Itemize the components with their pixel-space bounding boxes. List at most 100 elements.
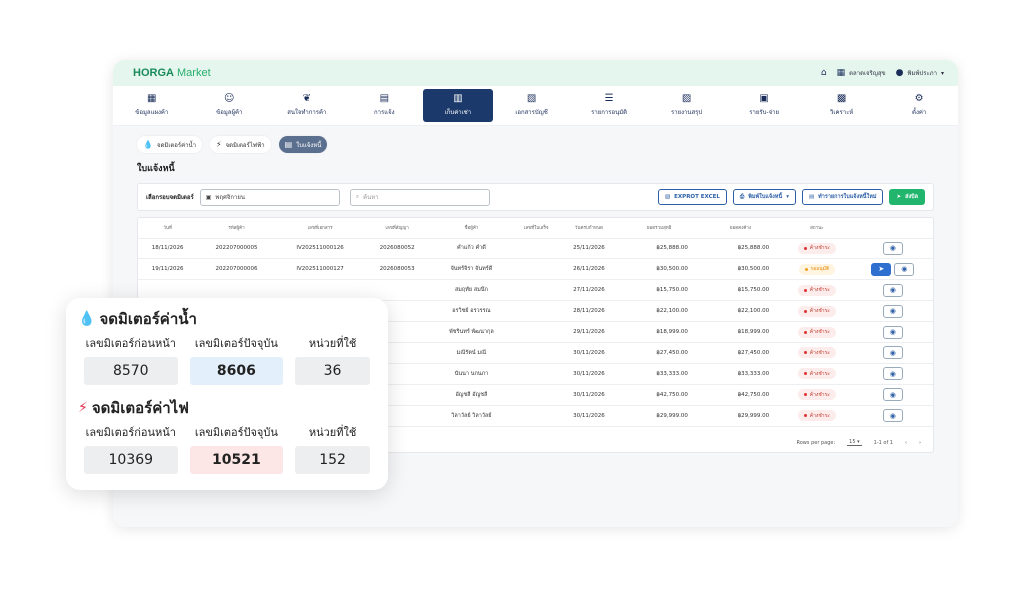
water-prev-value: 8570 [84, 357, 178, 385]
cell-balance: ฿22,100.00 [699, 300, 782, 323]
table-row[interactable]: 18/11/2026 202207000005 IV202511000126 2026… [138, 238, 933, 260]
cell-balance: ฿15,750.00 [699, 279, 782, 302]
menu-item-4[interactable]: ▥ เก็บค่าเช่า [423, 89, 493, 122]
menu-item-label: รายรับ-จ่าย [749, 109, 779, 116]
cell-balance: ฿33,333.00 [699, 363, 782, 385]
market-selector[interactable]: ▦ ตลาดเจริญสุข [837, 68, 886, 78]
month-select[interactable]: ▣ พฤศจิกายน [199, 188, 340, 206]
menu-item-label: การแจ้ง [374, 109, 395, 116]
cell-due: 30/11/2026 [559, 363, 619, 385]
document-icon: ▧ [526, 93, 537, 104]
export-excel-button[interactable]: ▧ EXPROT EXCEL [657, 189, 727, 205]
eye-icon[interactable]: ◉ [894, 262, 915, 276]
rows-per-page-select[interactable]: 15 ▾ [847, 439, 862, 446]
menu-item-label: สนใจทำการค้า [287, 109, 327, 116]
menu-item-label: ข้อมูลผู้ค้า [216, 109, 243, 116]
tab-invoice[interactable]: ▤ ใบแจ้งหนี้ [278, 136, 328, 153]
clipboard-icon: ▤ [379, 93, 390, 104]
search-icon: ⌕ [355, 193, 360, 200]
menu-item-10[interactable]: ⚙ ตั้งค่า [880, 86, 958, 125]
print-invoice-button[interactable]: ⎙ พิมพ์ใบแจ้งหนี้ ▾ [732, 189, 796, 205]
menu-item-2[interactable]: ❦ สนใจทำการค้า [268, 86, 346, 125]
status-badge: รออนุมัติ [798, 263, 836, 275]
brand-logo[interactable]: HORGA Market [133, 67, 211, 79]
chevron-down-icon: ▾ [940, 69, 944, 77]
status-badge: ค้างชำระ [797, 284, 836, 296]
cell-balance: ฿30,500.00 [699, 258, 782, 281]
bolt-icon: ⚡ [78, 400, 88, 416]
cell-receipt [513, 258, 560, 281]
menu-item-0[interactable]: ▦ ข้อมูลแผงค้า [113, 86, 191, 125]
cell-receipt [513, 300, 560, 323]
cell-receipt [513, 279, 560, 302]
status-badge: ค้างชำระ [797, 305, 836, 317]
cell-due: 28/11/2026 [559, 300, 619, 323]
column-header: ยอดคงค้าง [699, 218, 782, 239]
water-drop-icon: 💧 [143, 140, 153, 149]
electric-used-value: 152 [295, 446, 370, 474]
water-meter-title: 💧 จดมิเตอร์ค่าน้ำ [78, 310, 197, 328]
column-header: ยอดรวมสุทธิ [618, 218, 700, 239]
menu-item-label: วิเคราะห์ [830, 109, 854, 116]
user-menu[interactable]: ● พิมพ์ประภา ▾ [896, 68, 944, 78]
eye-icon[interactable]: ◉ [882, 367, 903, 381]
document-icon: ▤ [808, 194, 815, 200]
eye-icon[interactable]: ◉ [882, 388, 903, 402]
column-header: เลขที่สัญญา [364, 218, 430, 239]
create-invoice-button[interactable]: ▤ ทำรายการใบแจ้งหนี้ใหม่ [801, 189, 884, 205]
users-icon: ☺ [224, 93, 235, 104]
menu-item-3[interactable]: ▤ การแจ้ง [346, 86, 424, 125]
approve-icon: ☰ [604, 93, 614, 104]
invoice-icon: ▤ [284, 140, 293, 149]
cell-doc: IV202511000127 [275, 258, 365, 281]
menu-item-1[interactable]: ☺ ข้อมูลผู้ค้า [191, 86, 269, 125]
tab-water-meter[interactable]: 💧 จดมิเตอร์ค่าน้ำ [137, 136, 202, 153]
table-row[interactable]: 19/11/2026 202207000006 IV202511000127 2026… [138, 258, 933, 281]
cell-balance: ฿18,999.00 [699, 321, 782, 343]
wallet-icon: ▣ [759, 93, 769, 104]
menu-item-label: รายการอนุมัติ [591, 109, 628, 116]
status-badge: ค้างชำระ [797, 368, 836, 380]
eye-icon[interactable]: ◉ [882, 409, 903, 423]
eye-icon[interactable]: ◉ [882, 346, 903, 360]
home-icon[interactable]: ⌂ [821, 68, 827, 78]
tab-electric-meter[interactable]: ⚡ จดมิเตอร์ไฟฟ้า [209, 136, 271, 153]
cell-name: คำแก้ว คำดี [429, 238, 514, 260]
menu-item-7[interactable]: ▨ รายงานสรุป [648, 86, 726, 125]
main-menu: ▦ ข้อมูลแผงค้า ☺ ข้อมูลผู้ค้า ❦ สนใจทำการค้า ▤… [113, 86, 958, 126]
menu-item-label: ตั้งค่า [912, 109, 927, 116]
bolt-icon: ⚡ [215, 140, 222, 149]
chevron-down-icon: ▾ [786, 194, 789, 200]
cell-due: 26/11/2026 [559, 258, 619, 281]
menu-item-9[interactable]: ▩ วิเคราะห์ [803, 86, 881, 125]
eye-icon[interactable]: ◉ [882, 325, 903, 339]
send-icon[interactable]: ➤ [871, 262, 892, 276]
cell-name: พัชรินทร์ พัฒนากุล [429, 321, 514, 343]
search-input[interactable]: ⌕ ค้นหา [349, 188, 490, 206]
menu-item-8[interactable]: ▣ รายรับ-จ่าย [725, 86, 803, 125]
column-header: เลขที่เอกสาร [275, 218, 365, 239]
column-header: วันที่ [138, 218, 198, 239]
electric-prev-value: 10369 [84, 446, 178, 474]
menu-item-5[interactable]: ▧ เอกสารบัญชี [493, 86, 571, 125]
send-bill-button[interactable]: ➤ ส่งบิล [889, 189, 925, 205]
user-icon: ● [895, 68, 904, 78]
meter-summary-card: 💧 จดมิเตอร์ค่าน้ำ เลขมิเตอร์ก่อนหน้า เลขม… [66, 298, 388, 490]
menu-item-6[interactable]: ☰ รายการอนุมัติ [570, 86, 648, 125]
next-page-icon[interactable]: › [919, 440, 921, 446]
status-badge: ค้างชำระ [797, 326, 836, 338]
stage: HORGA Market ⌂ ▦ ตลาดเจริญสุข ● พิมพ์ประภา… [0, 0, 1024, 589]
eye-icon[interactable]: ◉ [882, 304, 903, 318]
water-drop-icon: 💧 [78, 311, 96, 327]
cell-due: 29/11/2026 [559, 321, 619, 343]
eye-icon[interactable]: ◉ [882, 283, 903, 297]
column-header: รหัสผู้ค้า [197, 218, 276, 239]
prev-page-icon[interactable]: ‹ [905, 440, 907, 446]
menu-item-label: เอกสารบัญชี [515, 109, 548, 116]
cell-balance: ฿42,750.00 [699, 384, 782, 406]
cell-contract: 2026080053 [364, 258, 430, 281]
cell-name: มณีรัตน์ มณี [429, 342, 514, 364]
eye-icon[interactable]: ◉ [882, 241, 903, 255]
report-icon: ▨ [681, 93, 692, 104]
cell-total: ฿29,999.00 [618, 405, 700, 427]
